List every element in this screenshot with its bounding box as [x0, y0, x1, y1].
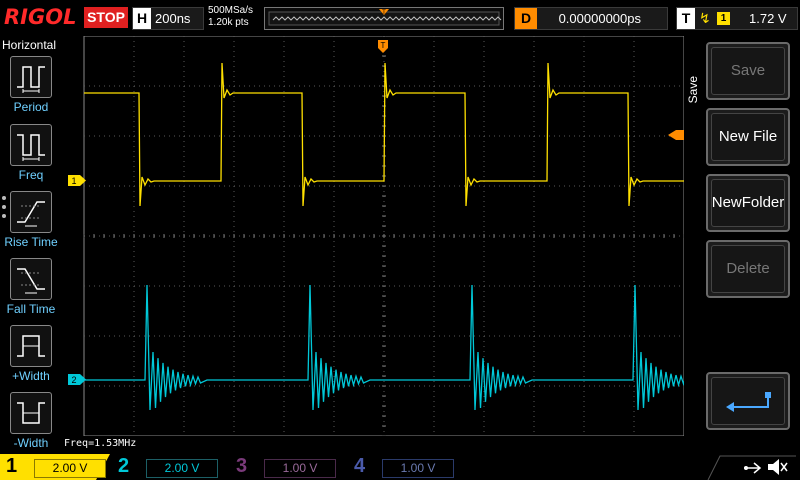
timebase-value: 200ns — [155, 11, 191, 26]
rise-time-icon — [10, 191, 52, 233]
measure-fall-time-label: Fall Time — [6, 302, 56, 316]
measure-period-label: Period — [13, 100, 49, 114]
fall-time-icon — [10, 258, 52, 300]
trigger-key: T — [677, 8, 695, 29]
svg-text:T: T — [381, 41, 386, 50]
memory-overview: T — [264, 7, 504, 30]
new-folder-button[interactable]: NewFolder — [706, 174, 790, 232]
brand-logo: RIGOL — [4, 5, 77, 29]
ch4-scale: 1.00 V — [382, 459, 454, 478]
trigger-level-marker — [668, 130, 686, 140]
ch3-scale: 1.00 V — [264, 459, 336, 478]
delay-box[interactable]: D 0.00000000ps — [514, 7, 668, 30]
acquisition-info: 500MSa/s 1.20k pts — [208, 5, 253, 29]
ch1-scale: 2.00 V — [34, 459, 106, 478]
frequency-icon — [10, 124, 52, 166]
ch1-waveform — [84, 62, 725, 207]
ch4-number: 4 — [354, 455, 366, 477]
timebase-box[interactable]: H 200ns — [132, 7, 204, 30]
run-stop-indicator[interactable]: STOP — [84, 7, 128, 28]
ch4-status[interactable]: 4 1.00 V — [348, 454, 458, 480]
new-file-button[interactable]: New File — [706, 108, 790, 166]
ch2-status[interactable]: 2 2.00 V — [112, 454, 222, 480]
ch1-number: 1 — [6, 455, 18, 477]
ch2-number: 2 — [118, 455, 130, 477]
ch1-ground-marker: 1 — [68, 175, 86, 186]
rising-edge-icon: ↯ — [699, 10, 711, 26]
measure-neg-width-label: -Width — [13, 436, 49, 450]
frequency-readout: Freq=1.53MHz — [64, 438, 137, 449]
positive-width-icon — [10, 325, 52, 367]
status-icons — [707, 455, 796, 480]
ch3-number: 3 — [236, 455, 248, 477]
trigger-level: 1.72 V — [749, 11, 787, 26]
ch1-status[interactable]: 1 2.00 V — [0, 454, 110, 480]
delete-button[interactable]: Delete — [706, 240, 790, 298]
ch3-status[interactable]: 3 1.00 V — [230, 454, 340, 480]
save-menu: Save Save New File NewFolder Delete — [686, 36, 800, 454]
measure-menu: Horizontal Period Freq Rise Time Fall Ti… — [0, 36, 62, 454]
memory-waveform-preview: T — [268, 9, 502, 26]
speaker-mute-icon — [768, 459, 788, 475]
save-button[interactable]: Save — [706, 42, 790, 100]
page-dots — [2, 196, 6, 223]
sample-rate: 500MSa/s — [208, 5, 254, 16]
status-bar: RIGOL STOP H 200ns 500MSa/s 1.20k pts T … — [0, 0, 800, 36]
trigger-box[interactable]: T ↯ 1 1.72 V — [676, 7, 798, 30]
svg-text:2: 2 — [71, 375, 76, 385]
period-icon — [10, 56, 52, 98]
trigger-position-marker: T — [378, 40, 388, 53]
save-menu-title: Save — [686, 76, 700, 104]
return-button[interactable] — [706, 372, 790, 430]
usb-icon — [744, 462, 762, 474]
timebase-key: H — [133, 8, 151, 29]
measure-rise-time-label: Rise Time — [4, 235, 58, 249]
ch2-ground-marker: 2 — [68, 374, 86, 385]
trigger-marker-label: T — [382, 10, 386, 16]
channel-bar: 1 2.00 V 2 2.00 V 3 1.00 V 4 1.00 V — [0, 454, 800, 480]
negative-width-icon — [10, 392, 52, 434]
measure-freq-label: Freq — [18, 168, 44, 182]
menu-title: Horizontal — [2, 38, 57, 52]
ch2-scale: 2.00 V — [146, 459, 218, 478]
svg-text:1: 1 — [71, 176, 76, 186]
return-arrow-icon — [726, 392, 771, 412]
memory-depth: 1.20k pts — [208, 17, 249, 28]
waveform-canvas: T 1 2 — [68, 35, 725, 437]
measure-pos-width-label: +Width — [12, 369, 50, 383]
trigger-source-badge: 1 — [717, 12, 730, 25]
delay-key: D — [515, 8, 537, 29]
delay-value: 0.00000000ps — [558, 11, 641, 26]
waveform-display[interactable]: T 1 2 — [62, 35, 725, 437]
